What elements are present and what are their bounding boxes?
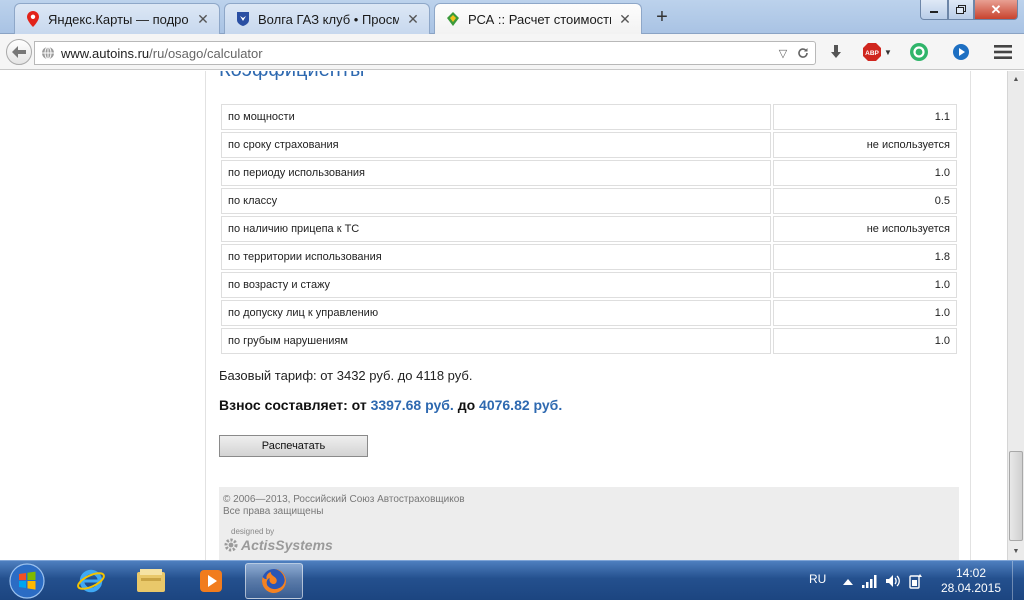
close-icon[interactable]: ✕ xyxy=(617,11,633,27)
download-icon[interactable] xyxy=(826,42,846,62)
arrow-left-icon xyxy=(12,46,26,58)
coefficient-row: по территории использования 1.8 xyxy=(221,244,957,270)
windows-taskbar: RU 14:02 28.04.2015 xyxy=(0,560,1024,600)
new-tab-button[interactable]: + xyxy=(650,6,674,28)
scroll-up-arrow[interactable]: ▲ xyxy=(1008,71,1024,88)
content-border-left xyxy=(205,71,206,560)
coefficient-row: по классу 0.5 xyxy=(221,188,957,214)
page-title: Коэффициенты xyxy=(219,71,364,82)
tab-rsa-calculator[interactable]: РСА :: Расчет стоимости … ✕ xyxy=(434,3,642,34)
coefficient-value: 1.0 xyxy=(773,328,957,354)
network-icon[interactable] xyxy=(862,573,878,589)
coefficient-label: по мощности xyxy=(221,104,771,130)
coefficient-value: 1.8 xyxy=(773,244,957,270)
minimize-button[interactable] xyxy=(920,0,948,20)
tab-label: Яндекс.Карты — подробн… xyxy=(48,11,189,27)
media-player-icon[interactable] xyxy=(182,563,240,599)
coefficient-label: по периоду использования xyxy=(221,160,771,186)
windows-logo-icon xyxy=(9,563,45,599)
designer-name: ActisSystems xyxy=(241,537,333,553)
coefficient-row: по мощности 1.1 xyxy=(221,104,957,130)
coefficient-value: 0.5 xyxy=(773,188,957,214)
navigation-toolbar: www.autoins.ru/ru/osago/calculator ▽ ABP… xyxy=(0,34,1024,70)
premium-summary: Взнос составляет: от 3397.68 руб. до 407… xyxy=(219,397,562,413)
premium-to-word: до xyxy=(457,397,476,413)
premium-label: Взнос составляет: xyxy=(219,397,348,413)
tab-volga-club[interactable]: Волга ГАЗ клуб • Просмо… ✕ xyxy=(224,3,430,34)
coefficient-row: по периоду использования 1.0 xyxy=(221,160,957,186)
language-indicator[interactable]: RU xyxy=(809,572,826,586)
coefficient-label: по грубым нарушениям xyxy=(221,328,771,354)
ie-icon[interactable] xyxy=(62,563,120,599)
maximize-button[interactable] xyxy=(948,0,974,20)
coefficients-table: по мощности 1.1 по сроку страхования не исп… xyxy=(219,102,959,356)
designer-link[interactable]: ActisSystems xyxy=(223,537,955,553)
browser-titlebar: Яндекс.Карты — подробн… ✕ Волга ГАЗ клуб… xyxy=(0,0,1024,34)
clock-date: 28.04.2015 xyxy=(940,581,1002,595)
coefficient-label: по классу xyxy=(221,188,771,214)
clock-time: 14:02 xyxy=(955,566,987,580)
gaz-logo-icon xyxy=(235,11,251,27)
page-scrollbar[interactable]: ▲ ▼ xyxy=(1007,71,1024,560)
reload-icon[interactable] xyxy=(795,45,811,61)
premium-to-value: 4076.82 руб. xyxy=(479,397,563,413)
designed-by-text: designed by xyxy=(231,527,275,536)
close-icon[interactable]: ✕ xyxy=(195,11,211,27)
page-content: Коэффициенты по мощности1.1по сроку стра… xyxy=(0,71,1007,560)
coefficient-value: не используется xyxy=(773,216,957,242)
coefficient-row: по допуску лиц к управлению 1.0 xyxy=(221,300,957,326)
print-button[interactable]: Распечатать xyxy=(219,435,368,457)
svg-text:ABP: ABP xyxy=(865,50,879,57)
coefficient-label: по сроку страхования xyxy=(221,132,771,158)
close-window-button[interactable]: ✕ xyxy=(974,0,1018,20)
premium-from-word: от xyxy=(351,397,367,413)
media-icon[interactable] xyxy=(951,42,971,62)
url-dropdown-icon[interactable]: ▽ xyxy=(775,45,791,61)
coefficient-value: 1.0 xyxy=(773,272,957,298)
gear-icon xyxy=(224,538,238,552)
adblock-icon[interactable]: ABP ▼ xyxy=(862,42,892,62)
power-icon[interactable] xyxy=(908,573,924,589)
content-border-right xyxy=(970,71,971,560)
show-desktop-button[interactable] xyxy=(1012,561,1024,600)
coefficient-row: по сроку страхования не используется xyxy=(221,132,957,158)
system-clock[interactable]: 14:02 28.04.2015 xyxy=(934,566,1008,596)
coefficient-label: по территории использования xyxy=(221,244,771,270)
coefficient-value: 1.0 xyxy=(773,160,957,186)
premium-from-value: 3397.68 руб. xyxy=(370,397,454,413)
explorer-icon[interactable] xyxy=(122,563,180,599)
coefficient-label: по возрасту и стажу xyxy=(221,272,771,298)
coefficient-label: по наличию прицепа к ТС xyxy=(221,216,771,242)
coefficient-value: 1.1 xyxy=(773,104,957,130)
start-button[interactable] xyxy=(4,562,50,600)
tab-yandex-maps[interactable]: Яндекс.Карты — подробн… ✕ xyxy=(14,3,220,34)
copyright-text: © 2006—2013, Российский Союз Автострахов… xyxy=(223,494,465,505)
page-footer: © 2006—2013, Российский Союз Автострахов… xyxy=(219,487,959,560)
coefficient-label: по допуску лиц к управлению xyxy=(221,300,771,326)
volume-icon[interactable] xyxy=(885,573,901,589)
back-button[interactable] xyxy=(6,39,32,65)
base-tariff-text: Базовый тариф: от 3432 руб. до 4118 руб. xyxy=(219,368,473,383)
coefficient-value: 1.0 xyxy=(773,300,957,326)
coefficient-row: по возрасту и стажу 1.0 xyxy=(221,272,957,298)
globe-icon xyxy=(42,46,54,60)
coefficient-value: не используется xyxy=(773,132,957,158)
sync-icon[interactable] xyxy=(909,42,929,62)
firefox-icon[interactable] xyxy=(245,563,303,599)
rsa-logo-icon xyxy=(445,11,461,27)
coefficient-row: по грубым нарушениям 1.0 xyxy=(221,328,957,354)
chevron-up-icon[interactable] xyxy=(840,573,856,589)
url-text: www.autoins.ru/ru/osago/calculator xyxy=(61,45,263,61)
tab-label: Волга ГАЗ клуб • Просмо… xyxy=(258,11,399,27)
close-icon[interactable]: ✕ xyxy=(405,11,421,27)
scroll-thumb[interactable] xyxy=(1009,451,1023,541)
coefficient-row: по наличию прицепа к ТС не используется xyxy=(221,216,957,242)
address-bar[interactable]: www.autoins.ru/ru/osago/calculator ▽ xyxy=(34,41,816,65)
menu-icon[interactable] xyxy=(993,42,1013,62)
tab-label: РСА :: Расчет стоимости … xyxy=(468,11,611,27)
window-controls: ✕ xyxy=(920,0,1018,20)
map-pin-icon xyxy=(25,11,41,27)
rights-text: Все права защищены xyxy=(223,506,324,517)
scroll-down-arrow[interactable]: ▼ xyxy=(1008,543,1024,560)
